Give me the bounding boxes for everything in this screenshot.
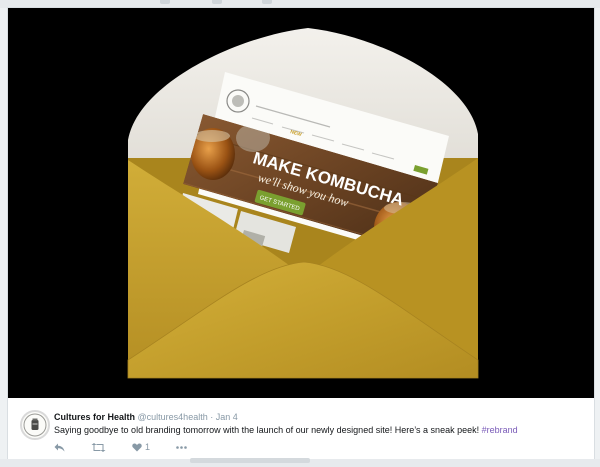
tweet-date[interactable]: Jan 4: [216, 412, 238, 422]
like-button[interactable]: 1: [132, 442, 150, 452]
tweet-header: Cultures for Health @cultures4health · J…: [54, 412, 238, 422]
separator: ·: [210, 412, 214, 422]
more-button[interactable]: [176, 445, 187, 449]
bottom-ghost-bar: [190, 458, 310, 463]
heart-icon: [132, 442, 142, 451]
cultures-logo-icon: [23, 413, 47, 437]
envelope-illustration: NEW MAKE KOMBUCHA we'll show you how GET…: [8, 8, 594, 398]
reply-icon: [54, 443, 65, 451]
user-handle[interactable]: @cultures4health: [138, 412, 208, 422]
like-count: 1: [145, 442, 151, 452]
tweet-body: Cultures for Health @cultures4health · J…: [8, 398, 594, 459]
retweet-button[interactable]: [91, 442, 106, 452]
avatar[interactable]: [20, 410, 50, 440]
retweet-icon: [91, 442, 106, 452]
top-ghost-icon: [262, 0, 272, 4]
top-ghost-icon: [160, 0, 170, 4]
top-strip: [0, 0, 600, 8]
hashtag-link[interactable]: #rebrand: [482, 425, 518, 435]
tweet-card: NEW MAKE KOMBUCHA we'll show you how GET…: [8, 8, 594, 459]
tweet-text-body: Saying goodbye to old branding tomorrow …: [54, 425, 480, 435]
display-name[interactable]: Cultures for Health: [54, 412, 135, 422]
tweet-media-image[interactable]: NEW MAKE KOMBUCHA we'll show you how GET…: [8, 8, 594, 398]
reply-button[interactable]: [54, 443, 65, 452]
tweet-actions: 1: [54, 440, 213, 454]
more-icon: [176, 445, 187, 449]
top-ghost-icon: [212, 0, 222, 4]
bottom-strip: [0, 458, 600, 467]
tweet-text: Saying goodbye to old branding tomorrow …: [54, 425, 518, 435]
